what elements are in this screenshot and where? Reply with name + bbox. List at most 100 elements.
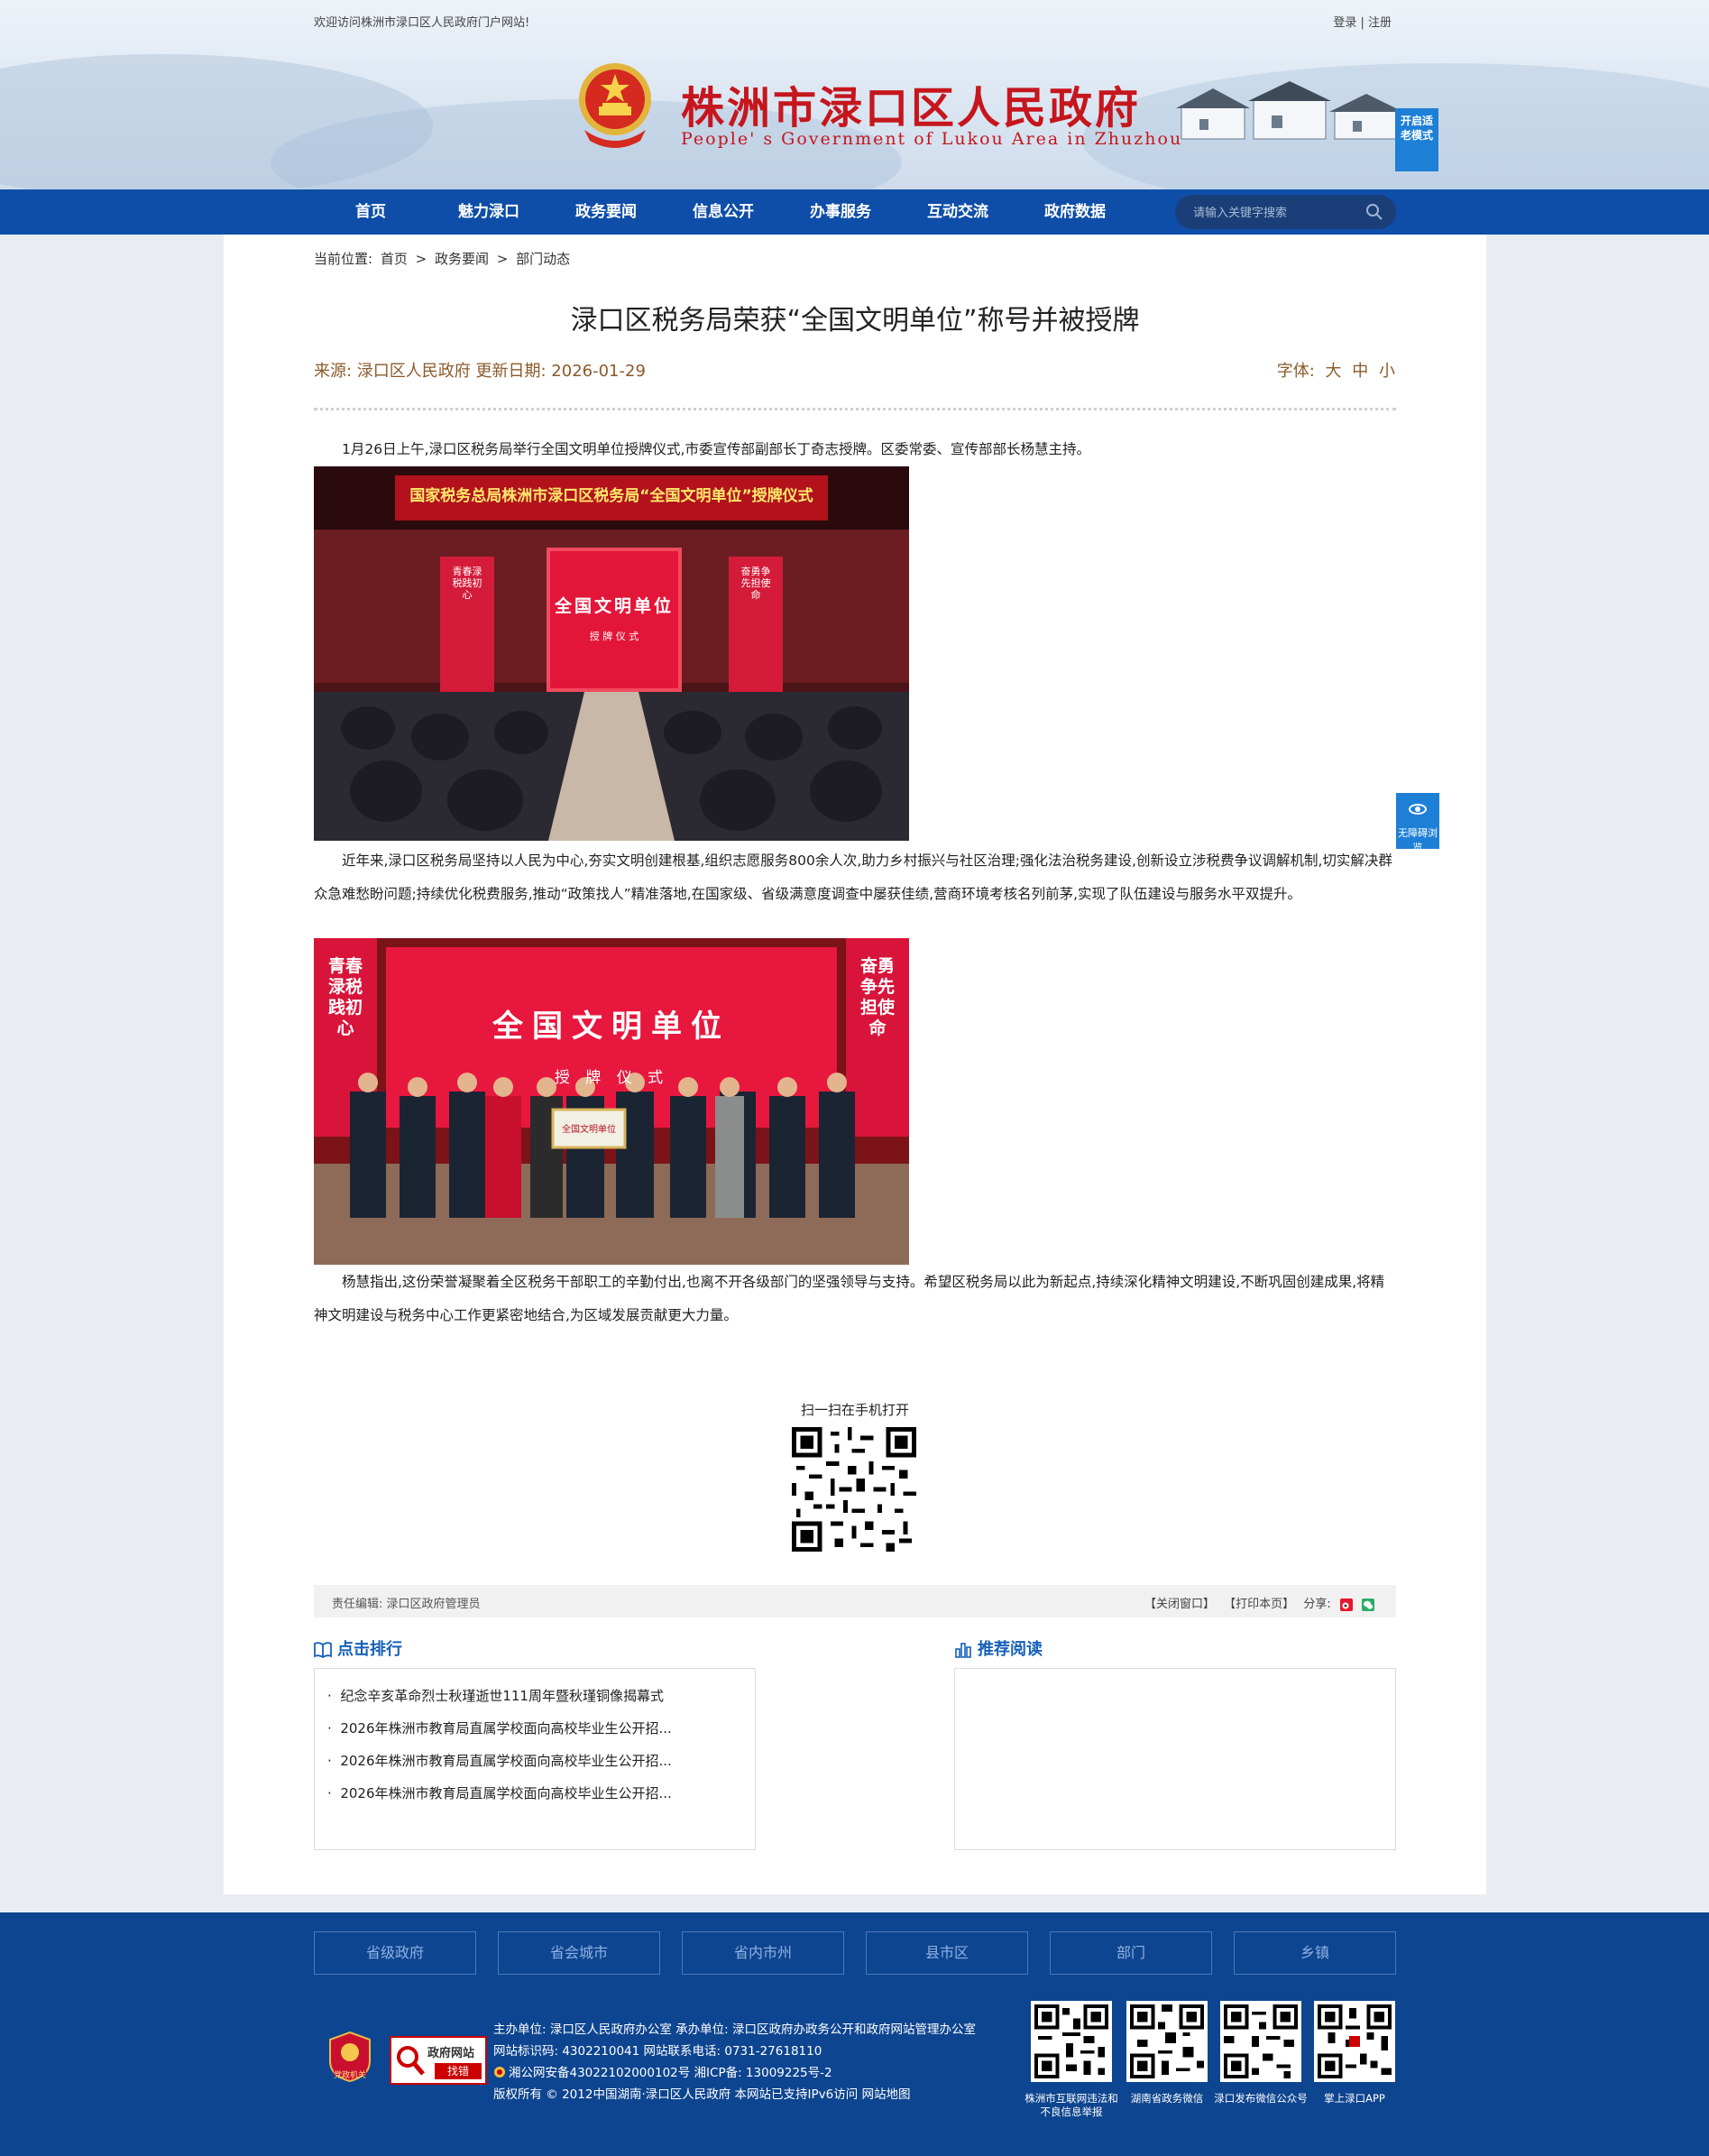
ranking-link[interactable]: 2026年株洲市教育局直属学校面向高校毕业生公开招...	[340, 1720, 671, 1737]
search-icon[interactable]	[1365, 203, 1383, 221]
breadcrumb-news[interactable]: 政务要闻	[435, 251, 489, 267]
qr-code-icon	[1031, 2001, 1112, 2082]
font-size-label: 字体:	[1276, 362, 1315, 381]
group-scene	[314, 938, 909, 1265]
article-paragraph: 近年来,渌口区税务局坚持以人民为中心,夯实文明创建根基,组织志愿服务800余人次…	[314, 852, 1392, 902]
font-size-small[interactable]: 小	[1379, 362, 1395, 381]
weibo-share-icon[interactable]	[1339, 1598, 1353, 1611]
editor-bar: 责任编辑: 渌口区政府管理员 【关闭窗口】 【打印本页】 分享:	[314, 1585, 1396, 1617]
elder-mode-button[interactable]: 开启适老模式	[1395, 108, 1438, 171]
breadcrumb-prefix: 当前位置:	[314, 251, 373, 267]
nav-item-disclosure[interactable]: 信息公开	[669, 189, 777, 235]
recommend-title: 推荐阅读	[978, 1640, 1043, 1659]
site-title: 株洲市渌口区人民政府	[681, 83, 1142, 134]
article-tools: 【关闭窗口】 【打印本页】 分享:	[1139, 1594, 1374, 1611]
footer-link-departments[interactable]: 部门	[1050, 1931, 1212, 1975]
qr-caption: 株洲市互联网违法和不良信息举报	[1024, 2092, 1118, 2118]
nav-item-interaction[interactable]: 互动交流	[904, 189, 1012, 235]
ranking-title: 点击排行	[337, 1640, 402, 1659]
font-size-medium[interactable]: 中	[1352, 362, 1368, 381]
article-photo-ceremony-hall: 国家税务总局株洲市渌口区税务局“全国文明单位”授牌仪式 全国文明单位 授 牌 仪…	[314, 466, 909, 841]
photo1-top-banner: 国家税务总局株洲市渌口区税务局“全国文明单位”授牌仪式	[409, 487, 813, 505]
list-item[interactable]: · 纪念辛亥革命烈士秋瑾逝世111周年暨秋瑾铜像揭幕式	[327, 1680, 742, 1712]
article-paragraph: 1月26日上午,渌口区税务局举行全国文明单位授牌仪式,市委宣传部副部长丁奇志授牌…	[342, 441, 1090, 457]
auth-links: 登录 | 注册	[1333, 16, 1392, 30]
breadcrumb: 当前位置: 首页 > 政务要闻 > 部门动态	[314, 249, 574, 268]
ranking-heading: 点击排行	[314, 1636, 402, 1660]
badge2-top: 政府网站	[427, 2047, 475, 2060]
search-box	[1175, 195, 1396, 229]
main-nav: 首页 魅力渌口 政务要闻 信息公开 办事服务 互动交流 政府数据	[0, 189, 1709, 235]
book-icon	[314, 1642, 332, 1659]
article-photo-group: 全国文明单位 授 牌 仪 式 全国文明单位 青春渌税践初心 奋勇争先担使命	[314, 938, 909, 1265]
font-size-large[interactable]: 大	[1326, 362, 1342, 381]
footer-icp: 湘公网安备43022102000102号 湘ICP备: 13009225号-2	[493, 2062, 832, 2084]
article-paragraph: 杨慧指出,这份荣誉凝聚着全区税务干部职工的辛勤付出,也离不开各级部门的坚强领导与…	[314, 1274, 1385, 1323]
badge2-bottom: 找错	[435, 2063, 482, 2079]
photo2-screen-subtitle: 授 牌 仪 式	[554, 1069, 669, 1087]
nav-item-services[interactable]: 办事服务	[786, 189, 895, 235]
nav-item-charm[interactable]: 魅力渌口	[435, 189, 543, 235]
magnifier-icon	[397, 2046, 425, 2076]
wechat-share-icon[interactable]	[1362, 1598, 1374, 1611]
report-error-badge[interactable]: 政府网站 找错	[390, 2036, 487, 2085]
list-item[interactable]: · 2026年株洲市教育局直属学校面向高校毕业生公开招...	[327, 1712, 742, 1745]
font-size-switcher: 字体: 大 中 小	[1277, 358, 1395, 382]
welcome-text: 欢迎访问株洲市渌口区人民政府门户网站!	[314, 16, 530, 30]
photo2-right-banner: 奋勇争先担使命	[859, 956, 895, 1038]
breadcrumb-home[interactable]: 首页	[381, 251, 408, 267]
village-illustration	[1176, 81, 1403, 140]
qr-code-icon	[1314, 2001, 1395, 2082]
footer-icp-text[interactable]: 湘公网安备43022102000102号 湘ICP备: 13009225号-2	[509, 2066, 832, 2080]
recommend-heading: 推荐阅读	[954, 1636, 1043, 1660]
article-meta: 来源: 渌口区人民政府 更新日期: 2026-01-29	[314, 362, 646, 381]
bar-chart-icon	[955, 1643, 971, 1658]
search-input[interactable]	[1193, 203, 1355, 221]
photo1-screen-subtitle: 授 牌 仪 式	[589, 631, 639, 642]
eye-icon	[1415, 806, 1420, 812]
photo1-left-banner: 青春渌税践初心	[452, 566, 482, 601]
footer-site-code: 网站标识码: 4302210041 网站联系电话: 0731-27618110	[493, 2044, 822, 2059]
nav-item-news[interactable]: 政务要闻	[552, 189, 660, 235]
photo2-left-banner: 青春渌税践初心	[327, 956, 363, 1038]
login-link[interactable]: 登录	[1333, 16, 1356, 30]
footer-link-towns[interactable]: 乡镇	[1234, 1931, 1396, 1975]
divider	[314, 408, 1396, 410]
footer-link-cities[interactable]: 省内市州	[682, 1931, 844, 1975]
qr-label: 扫一扫在手机打开	[800, 1402, 909, 1418]
footer-copyright: 版权所有 © 2012中国湖南·渌口区人民政府 本网站已支持IPv6访问 网站地…	[493, 2087, 911, 2102]
site-subtitle: People' s Government of Lukou Area in Zh…	[681, 129, 1183, 149]
qr-caption: 渌口发布微信公众号	[1214, 2092, 1308, 2105]
national-emblem-icon	[579, 63, 651, 148]
photo1-screen	[547, 548, 682, 692]
footer-link-counties[interactable]: 县市区	[866, 1931, 1028, 1975]
accessibility-button[interactable]: 无障碍浏览	[1396, 793, 1439, 853]
register-link[interactable]: 注册	[1368, 16, 1392, 30]
photo2-plaque: 全国文明单位	[562, 1125, 616, 1135]
recommend-list	[954, 1668, 1396, 1850]
share-label: 分享:	[1303, 1598, 1331, 1611]
ranking-link[interactable]: 纪念辛亥革命烈士秋瑾逝世111周年暨秋瑾铜像揭幕式	[340, 1688, 664, 1704]
breadcrumb-sep: >	[496, 251, 509, 267]
qr-caption: 掌上渌口APP	[1324, 2092, 1385, 2105]
close-window-link[interactable]: 【关闭窗口】	[1144, 1598, 1215, 1611]
qr-code-icon	[792, 1427, 916, 1552]
photo1-screen-title: 全国文明单位	[554, 596, 674, 616]
list-item[interactable]: · 2026年株洲市教育局直属学校面向高校毕业生公开招...	[327, 1745, 742, 1777]
breadcrumb-dept[interactable]: 部门动态	[516, 251, 570, 267]
ranking-link[interactable]: 2026年株洲市教育局直属学校面向高校毕业生公开招...	[340, 1785, 671, 1801]
list-item[interactable]: · 2026年株洲市教育局直属学校面向高校毕业生公开招...	[327, 1777, 742, 1810]
nav-item-home[interactable]: 首页	[317, 189, 425, 235]
nav-item-data[interactable]: 政府数据	[1021, 189, 1129, 235]
photo2-screen-title: 全国文明单位	[492, 1009, 730, 1045]
article-title: 渌口区税务局荣获“全国文明单位”称号并被授牌	[570, 305, 1140, 336]
editor-name: 责任编辑: 渌口区政府管理员	[332, 1598, 481, 1611]
qr-code-icon	[1220, 2001, 1301, 2082]
qr-code-icon	[1126, 2001, 1208, 2082]
footer-link-capitals[interactable]: 省会城市	[498, 1931, 660, 1975]
badge1-label: 党政机关	[333, 2071, 366, 2080]
print-page-link[interactable]: 【打印本页】	[1224, 1598, 1294, 1611]
footer-link-province[interactable]: 省级政府	[314, 1931, 476, 1975]
footer-host-info: 主办单位: 渌口区人民政府办公室 承办单位: 渌口区政府办政务公开和政府网站管理…	[493, 2022, 976, 2037]
ranking-link[interactable]: 2026年株洲市教育局直属学校面向高校毕业生公开招...	[340, 1753, 671, 1769]
